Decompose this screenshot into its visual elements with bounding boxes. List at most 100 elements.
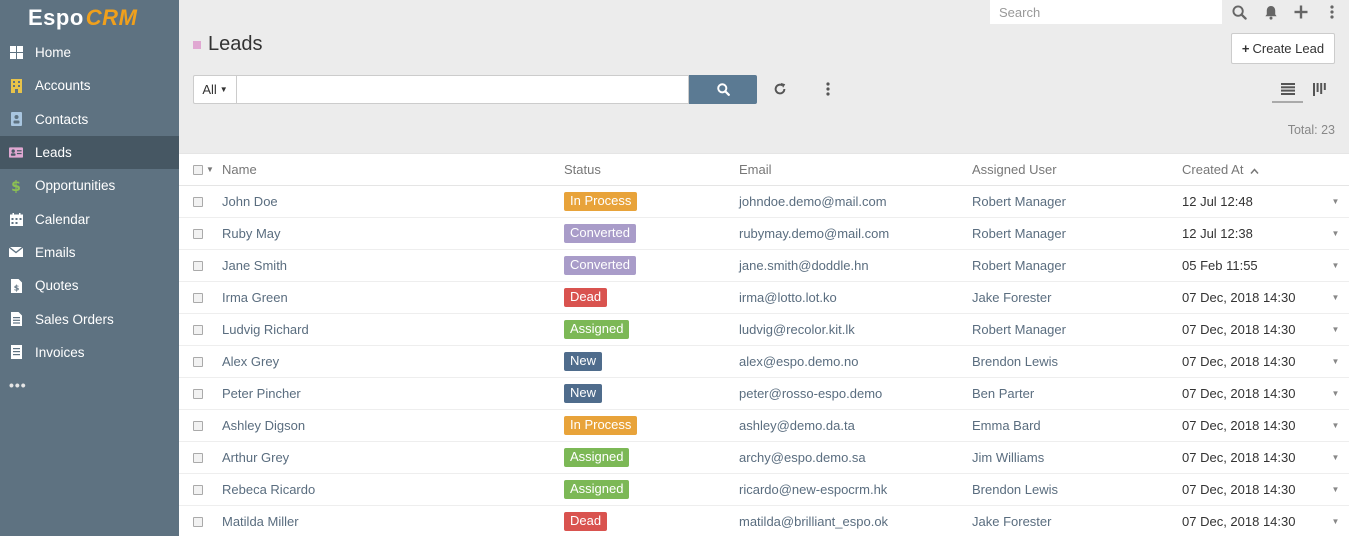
lead-name-link[interactable]: John Doe bbox=[222, 194, 278, 209]
row-actions-caret-icon[interactable]: ▼ bbox=[1322, 325, 1349, 334]
assigned-user-link[interactable]: Robert Manager bbox=[972, 258, 1066, 273]
lead-name-link[interactable]: Ludvig Richard bbox=[222, 322, 309, 337]
row-checkbox-cell bbox=[179, 516, 222, 527]
email-link[interactable]: jane.smith@doddle.hn bbox=[739, 258, 869, 273]
row-checkbox-cell bbox=[179, 324, 222, 335]
row-checkbox[interactable] bbox=[193, 196, 203, 207]
menu-kebab-icon[interactable] bbox=[1323, 3, 1341, 21]
lead-name-link[interactable]: Arthur Grey bbox=[222, 450, 289, 465]
email-link[interactable]: peter@rosso-espo.demo bbox=[739, 386, 882, 401]
plus-icon[interactable] bbox=[1292, 3, 1310, 21]
email-link[interactable]: ashley@demo.da.ta bbox=[739, 418, 855, 433]
table-row: Alex Grey New alex@espo.demo.no Brendon … bbox=[179, 346, 1349, 378]
more-tabs-button[interactable]: ••• bbox=[0, 369, 179, 402]
row-checkbox[interactable] bbox=[193, 324, 203, 335]
building-icon bbox=[9, 78, 23, 93]
search-icon[interactable] bbox=[1230, 3, 1248, 21]
created-at-value: 07 Dec, 2018 14:30 bbox=[1182, 482, 1296, 497]
caret-down-icon[interactable]: ▼ bbox=[206, 165, 214, 174]
lead-name-link[interactable]: Irma Green bbox=[222, 290, 288, 305]
lead-name-link[interactable]: Matilda Miller bbox=[222, 514, 299, 529]
assigned-user-link[interactable]: Emma Bard bbox=[972, 418, 1041, 433]
assigned-user-link[interactable]: Jake Forester bbox=[972, 514, 1051, 529]
lead-name-link[interactable]: Ruby May bbox=[222, 226, 281, 241]
email-link[interactable]: ludvig@recolor.kit.lk bbox=[739, 322, 855, 337]
lead-name-link[interactable]: Ashley Digson bbox=[222, 418, 305, 433]
assigned-user-link[interactable]: Robert Manager bbox=[972, 322, 1066, 337]
assigned-user-link[interactable]: Robert Manager bbox=[972, 194, 1066, 209]
bell-icon[interactable] bbox=[1262, 3, 1280, 21]
assigned-user-link[interactable]: Jake Forester bbox=[972, 290, 1051, 305]
sidebar-item-calendar[interactable]: Calendar bbox=[0, 202, 179, 235]
sidebar-item-opportunities[interactable]: $ Opportunities bbox=[0, 169, 179, 202]
status-badge: Assigned bbox=[564, 320, 630, 339]
row-actions-caret-icon[interactable]: ▼ bbox=[1322, 229, 1349, 238]
header-status[interactable]: Status bbox=[564, 162, 739, 177]
list-search-button[interactable] bbox=[689, 75, 757, 104]
email-link[interactable]: ricardo@new-espocrm.hk bbox=[739, 482, 887, 497]
checkbox[interactable] bbox=[193, 164, 203, 175]
row-checkbox[interactable] bbox=[193, 260, 203, 271]
lead-name-link[interactable]: Rebeca Ricardo bbox=[222, 482, 315, 497]
row-checkbox[interactable] bbox=[193, 452, 203, 463]
create-lead-button[interactable]: + Create Lead bbox=[1231, 33, 1335, 64]
sidebar-item-quotes[interactable]: $ Quotes bbox=[0, 269, 179, 302]
email-link[interactable]: rubymay.demo@mail.com bbox=[739, 226, 889, 241]
email-link[interactable]: archy@espo.demo.sa bbox=[739, 450, 866, 465]
list-search-input[interactable] bbox=[237, 75, 689, 104]
table-row: Ruby May Converted rubymay.demo@mail.com… bbox=[179, 218, 1349, 250]
row-checkbox[interactable] bbox=[193, 356, 203, 367]
created-at-value: 12 Jul 12:38 bbox=[1182, 226, 1253, 241]
row-actions-caret-icon[interactable]: ▼ bbox=[1322, 485, 1349, 494]
email-link[interactable]: irma@lotto.lot.ko bbox=[739, 290, 837, 305]
lead-name-link[interactable]: Jane Smith bbox=[222, 258, 287, 273]
row-actions-caret-icon[interactable]: ▼ bbox=[1322, 261, 1349, 270]
sidebar-item-contacts[interactable]: Contacts bbox=[0, 103, 179, 136]
lead-name-link[interactable]: Peter Pincher bbox=[222, 386, 301, 401]
row-actions-caret-icon[interactable]: ▼ bbox=[1322, 517, 1349, 526]
row-checkbox-cell bbox=[179, 260, 222, 271]
email-link[interactable]: johndoe.demo@mail.com bbox=[739, 194, 887, 209]
sidebar-item-label: Accounts bbox=[35, 78, 91, 94]
assigned-user-link[interactable]: Robert Manager bbox=[972, 226, 1066, 241]
row-checkbox[interactable] bbox=[193, 484, 203, 495]
sidebar-item-emails[interactable]: Emails bbox=[0, 236, 179, 269]
sidebar-item-invoices[interactable]: Invoices bbox=[0, 336, 179, 369]
header-assigned-user[interactable]: Assigned User bbox=[972, 162, 1182, 177]
sidebar-item-label: Calendar bbox=[35, 211, 90, 227]
refresh-icon[interactable] bbox=[771, 80, 789, 98]
row-actions-caret-icon[interactable]: ▼ bbox=[1322, 197, 1349, 206]
select-all-checkbox[interactable]: ▼ bbox=[179, 164, 222, 175]
assigned-user-link[interactable]: Ben Parter bbox=[972, 386, 1034, 401]
row-actions-caret-icon[interactable]: ▼ bbox=[1322, 389, 1349, 398]
kanban-view-icon[interactable] bbox=[1308, 77, 1330, 101]
row-checkbox[interactable] bbox=[193, 388, 203, 399]
app-logo[interactable]: Espo CRM bbox=[0, 0, 179, 36]
sidebar-item-accounts[interactable]: Accounts bbox=[0, 69, 179, 102]
sidebar-item-sales-orders[interactable]: Sales Orders bbox=[0, 302, 179, 335]
sidebar-item-leads[interactable]: Leads bbox=[0, 135, 179, 170]
lead-name-link[interactable]: Alex Grey bbox=[222, 354, 279, 369]
list-actions-kebab-icon[interactable] bbox=[820, 80, 836, 98]
email-link[interactable]: matilda@brilliant_espo.ok bbox=[739, 514, 888, 529]
row-actions-caret-icon[interactable]: ▼ bbox=[1322, 453, 1349, 462]
assigned-user-link[interactable]: Brendon Lewis bbox=[972, 354, 1058, 369]
row-checkbox[interactable] bbox=[193, 292, 203, 303]
row-checkbox[interactable] bbox=[193, 420, 203, 431]
sidebar-item-home[interactable]: Home bbox=[0, 36, 179, 69]
assigned-user-link[interactable]: Brendon Lewis bbox=[972, 482, 1058, 497]
header-email[interactable]: Email bbox=[739, 162, 972, 177]
list-view-icon[interactable] bbox=[1272, 77, 1303, 103]
row-actions-caret-icon[interactable]: ▼ bbox=[1322, 293, 1349, 302]
row-actions-caret-icon[interactable]: ▼ bbox=[1322, 421, 1349, 430]
header-name[interactable]: Name bbox=[222, 162, 564, 177]
filter-preset-dropdown[interactable]: All ▼ bbox=[193, 75, 237, 104]
assigned-user-link[interactable]: Jim Williams bbox=[972, 450, 1044, 465]
global-search-input[interactable] bbox=[990, 0, 1222, 24]
row-actions-caret-icon[interactable]: ▼ bbox=[1322, 357, 1349, 366]
row-checkbox[interactable] bbox=[193, 228, 203, 239]
status-badge: In Process bbox=[564, 192, 638, 211]
row-checkbox[interactable] bbox=[193, 516, 203, 527]
header-created-at[interactable]: Created At bbox=[1182, 162, 1322, 177]
email-link[interactable]: alex@espo.demo.no bbox=[739, 354, 858, 369]
